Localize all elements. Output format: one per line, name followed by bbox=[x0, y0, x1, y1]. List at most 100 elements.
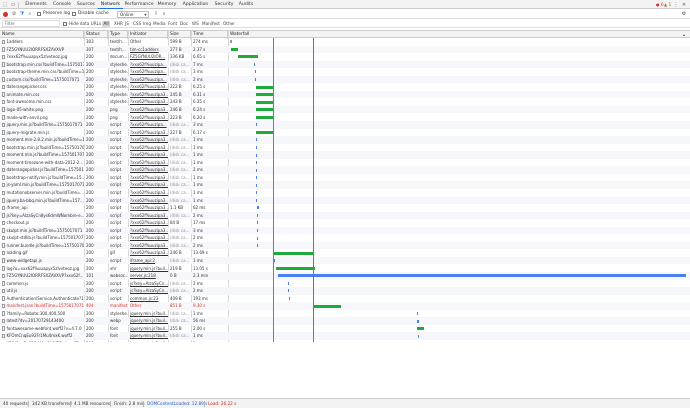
cell-initiator[interactable]: ?xxx62f%uuzipa3... bbox=[128, 91, 168, 99]
cell-initiator[interactable]: jquery.min.js?buil... bbox=[128, 265, 168, 273]
cell-initiator[interactable]: ?xxx62f%uuzipa3... bbox=[128, 197, 168, 205]
filter-type-manifest[interactable]: Manifest bbox=[202, 19, 220, 28]
cell-initiator[interactable]: server.js:218 bbox=[128, 272, 168, 280]
export-har-icon[interactable]: ⭳ bbox=[161, 11, 167, 17]
cell-initiator[interactable]: ?xxx62f%uuzipa3... bbox=[128, 204, 168, 212]
filter-type-css[interactable]: CSS bbox=[133, 19, 141, 28]
table-row[interactable]: moment.min.js?buildTime=1575017071 200 scr… bbox=[0, 151, 690, 159]
filter-input[interactable] bbox=[2, 20, 60, 27]
table-row[interactable]: animate.min.css 200 styleshe...?xxx62f%uuz… bbox=[0, 90, 690, 99]
cell-initiator[interactable]: ?xxx62f%uuzipa3... bbox=[128, 249, 168, 257]
cell-initiator[interactable]: ?xxx62f%uuzipa3... bbox=[128, 106, 168, 114]
cell-initiator[interactable]: ?xxx62f%uuzipa3... bbox=[128, 83, 168, 91]
table-row[interactable]: KFOmCnqEu92Fr1Mu4mxK.woff2 200 font jquery.… bbox=[0, 332, 690, 340]
tab-performance[interactable]: Performance bbox=[123, 0, 155, 9]
table-row[interactable]: daterangepicker.js?buildTime=157501... 20… bbox=[0, 166, 690, 174]
cell-initiator[interactable]: ?xxx62f%uuzipa... bbox=[128, 76, 168, 84]
cell-initiator[interactable]: Other bbox=[128, 302, 168, 310]
disable-cache-checkbox[interactable] bbox=[72, 12, 76, 16]
table-row[interactable]: loading.gif 200 gif ?xxx62f%uuzipa3... 246 B… bbox=[0, 249, 690, 257]
record-icon[interactable] bbox=[3, 11, 8, 17]
tab-elements[interactable]: Elements bbox=[22, 0, 50, 9]
cell-initiator[interactable]: js?key=AIzaSyCn... bbox=[128, 287, 168, 295]
table-row[interactable]: FZ5GYNUU2IORRFSXZAVXVP?xxx62f... 101 webso… bbox=[0, 272, 690, 280]
cell-initiator[interactable]: ?xxx62f%uuzipa3... bbox=[128, 242, 168, 250]
tab-memory[interactable]: Memory bbox=[155, 0, 179, 9]
cell-initiator[interactable]: js?key=AIzaSyCn... bbox=[128, 280, 168, 288]
tab-audits[interactable]: Audits bbox=[236, 0, 256, 9]
table-row[interactable]: util.js 200 script js?key=AIzaSyCn... (disk … bbox=[0, 287, 690, 295]
more-options-icon[interactable]: ⋮ bbox=[673, 2, 679, 8]
tab-sources[interactable]: Sources bbox=[74, 0, 98, 9]
cell-initiator[interactable]: ?xxx62f%uuzipa... bbox=[128, 68, 168, 76]
cell-initiator[interactable]: common.js:23 bbox=[128, 295, 168, 303]
cell-initiator[interactable]: ?xxx62f%uuzipa3... bbox=[128, 174, 168, 182]
table-row[interactable]: www-widgetapi.js 200 script iframe_api:2 (di… bbox=[0, 256, 690, 265]
hide-data-urls-checkbox[interactable] bbox=[63, 21, 67, 26]
cell-initiator[interactable]: FZ5GYNUU2IOR... bbox=[128, 53, 168, 61]
table-row[interactable]: log?u=xxx62f%uuapyx5zlvvteoz.jpg 200 xhr jq… bbox=[0, 265, 690, 273]
cell-initiator[interactable]: ?xxx62f%uuzipa3... bbox=[128, 159, 168, 167]
cell-initiator[interactable]: ?xxx62f%uuzipa... bbox=[128, 61, 168, 69]
cell-initiator[interactable]: ?xxx62f%uuzipa3... bbox=[128, 114, 168, 122]
cell-initiator[interactable]: tim-cc1adders bbox=[128, 46, 168, 54]
search-icon[interactable]: ⌕ bbox=[27, 11, 33, 17]
table-row[interactable]: bootstrap.min.js?buildTime=1575017071 200… bbox=[0, 144, 690, 152]
table-row[interactable]: bootstrap.min.css?buildTime=157501707120… bbox=[0, 60, 690, 69]
cell-initiator[interactable]: ?xxx62f%uuzipa3... bbox=[128, 144, 168, 152]
import-har-icon[interactable]: ⭱ bbox=[153, 11, 159, 17]
cell-initiator[interactable]: jquery.min.js?buil... bbox=[128, 317, 168, 325]
table-row[interactable]: runner.bundle.js?buildTime=1575017071 200… bbox=[0, 241, 690, 250]
filter-type-doc[interactable]: Doc bbox=[180, 19, 188, 28]
cell-initiator[interactable]: iframe_api:2 bbox=[128, 257, 168, 265]
table-row[interactable]: jquery.ba-bbq.min.js?buildTime=157... 200… bbox=[0, 196, 690, 205]
table-row[interactable]: logo-05-white.png 200 png ?xxx62f%uuzipa3..… bbox=[0, 105, 690, 114]
close-devtools-icon[interactable]: ✕ bbox=[681, 2, 687, 8]
cell-initiator[interactable]: jquery.min.js?buil... bbox=[128, 332, 168, 340]
table-row[interactable]: checkout.js 200 script ?xxx62f%uuzipa3... 84… bbox=[0, 219, 690, 227]
cell-initiator[interactable]: ?xxx62f%uuzipa3... bbox=[128, 189, 168, 197]
cell-initiator[interactable]: ?xxx62f%uuzipa... bbox=[128, 121, 168, 129]
filter-type-media[interactable]: Media bbox=[153, 19, 166, 28]
cell-initiator[interactable]: ?xxx62f%uuzipa3... bbox=[128, 212, 168, 220]
table-row[interactable]: ?xxx62f%uuapyx5zlvvteoz.jpg 200 docum... FZ… bbox=[0, 53, 690, 61]
table-row[interactable]: FZ5GYNUU2IORRFSXZAVXVP 307 text/h... tim-cc… bbox=[0, 45, 690, 54]
filter-type-ws[interactable]: WS bbox=[192, 19, 199, 28]
tab-application[interactable]: Application bbox=[179, 0, 212, 9]
cell-initiator[interactable]: ?xxx62f%uuzipa3... bbox=[128, 234, 168, 242]
filter-type-xhr[interactable]: XHR bbox=[114, 19, 123, 28]
table-row[interactable]: moment.min-2.8.2.min.js?buildTime=157...… bbox=[0, 136, 690, 144]
network-settings-icon[interactable]: ⚙ bbox=[681, 11, 687, 17]
filter-type-font[interactable]: Font bbox=[168, 19, 177, 28]
error-count-badge[interactable]: ● 6 bbox=[656, 0, 664, 9]
table-row[interactable]: common.js 200 script js?key=AIzaSyCn... (dis… bbox=[0, 280, 690, 288]
table-row[interactable]: font-awesome.min.css 200 styleshe...?xxx62… bbox=[0, 98, 690, 106]
table-row[interactable]: skulpt-stdlib.js?buildTime=1575017071 200… bbox=[0, 234, 690, 242]
tab-network[interactable]: Network bbox=[98, 0, 123, 9]
table-row[interactable]: custom.css?buildTime=1575017071 200 styles… bbox=[0, 75, 690, 84]
table-row[interactable]: js?key=AIzaSyCn8ys6dmWNombre-e... 200 scri… bbox=[0, 211, 690, 220]
table-row[interactable]: daterangepicker.css 200 styleshe...?xxx62f… bbox=[0, 83, 690, 91]
table-row[interactable]: bootstrap-notify.min.js?buildTime=15... 2… bbox=[0, 174, 690, 182]
table-row[interactable]: skulpt.min.js?buildTime=1575017071 200 scr… bbox=[0, 226, 690, 235]
table-row[interactable]: made-with-anvil.png 200 png ?xxx62f%uuzipa3… bbox=[0, 114, 690, 122]
table-row[interactable]: jquery.min.js?buildTime=1575017071 200 scr… bbox=[0, 121, 690, 129]
table-row[interactable]: 1adders 303 text/h... Other 599 B 274 ms bbox=[0, 38, 690, 46]
cell-initiator[interactable]: jquery.min.js?buil... bbox=[128, 310, 168, 318]
preserve-log-checkbox[interactable] bbox=[37, 12, 41, 16]
cell-initiator[interactable]: Other bbox=[128, 38, 168, 46]
cell-initiator[interactable]: ?xxx62f%uuzipa3... bbox=[128, 129, 168, 137]
cell-initiator[interactable]: ?xxx62f%uuzipa3... bbox=[128, 219, 168, 227]
filter-type-js[interactable]: JS bbox=[125, 19, 129, 28]
table-row[interactable]: latest?dv=20170729143400 200 webp jquery.mi… bbox=[0, 317, 690, 325]
filter-type-img[interactable]: Img bbox=[143, 19, 151, 28]
filter-type-other[interactable]: Other bbox=[223, 19, 235, 28]
warning-count-badge[interactable]: ▲ 1 bbox=[664, 0, 671, 9]
table-row[interactable]: mutationobserver.min.js?buildTime=... 200… bbox=[0, 189, 690, 197]
cell-initiator[interactable]: ?xxx62f%uuzipa3... bbox=[128, 136, 168, 144]
inspect-cursor-icon[interactable]: ⬚ bbox=[2, 2, 8, 8]
clear-icon[interactable]: ⊘ bbox=[11, 11, 17, 17]
tab-security[interactable]: Security bbox=[212, 0, 236, 9]
table-row[interactable]: fontawesome-webfont.woff2?v=4.7.0 200 font… bbox=[0, 325, 690, 333]
cell-initiator[interactable]: ?xxx62f%uuzipa3... bbox=[128, 227, 168, 235]
